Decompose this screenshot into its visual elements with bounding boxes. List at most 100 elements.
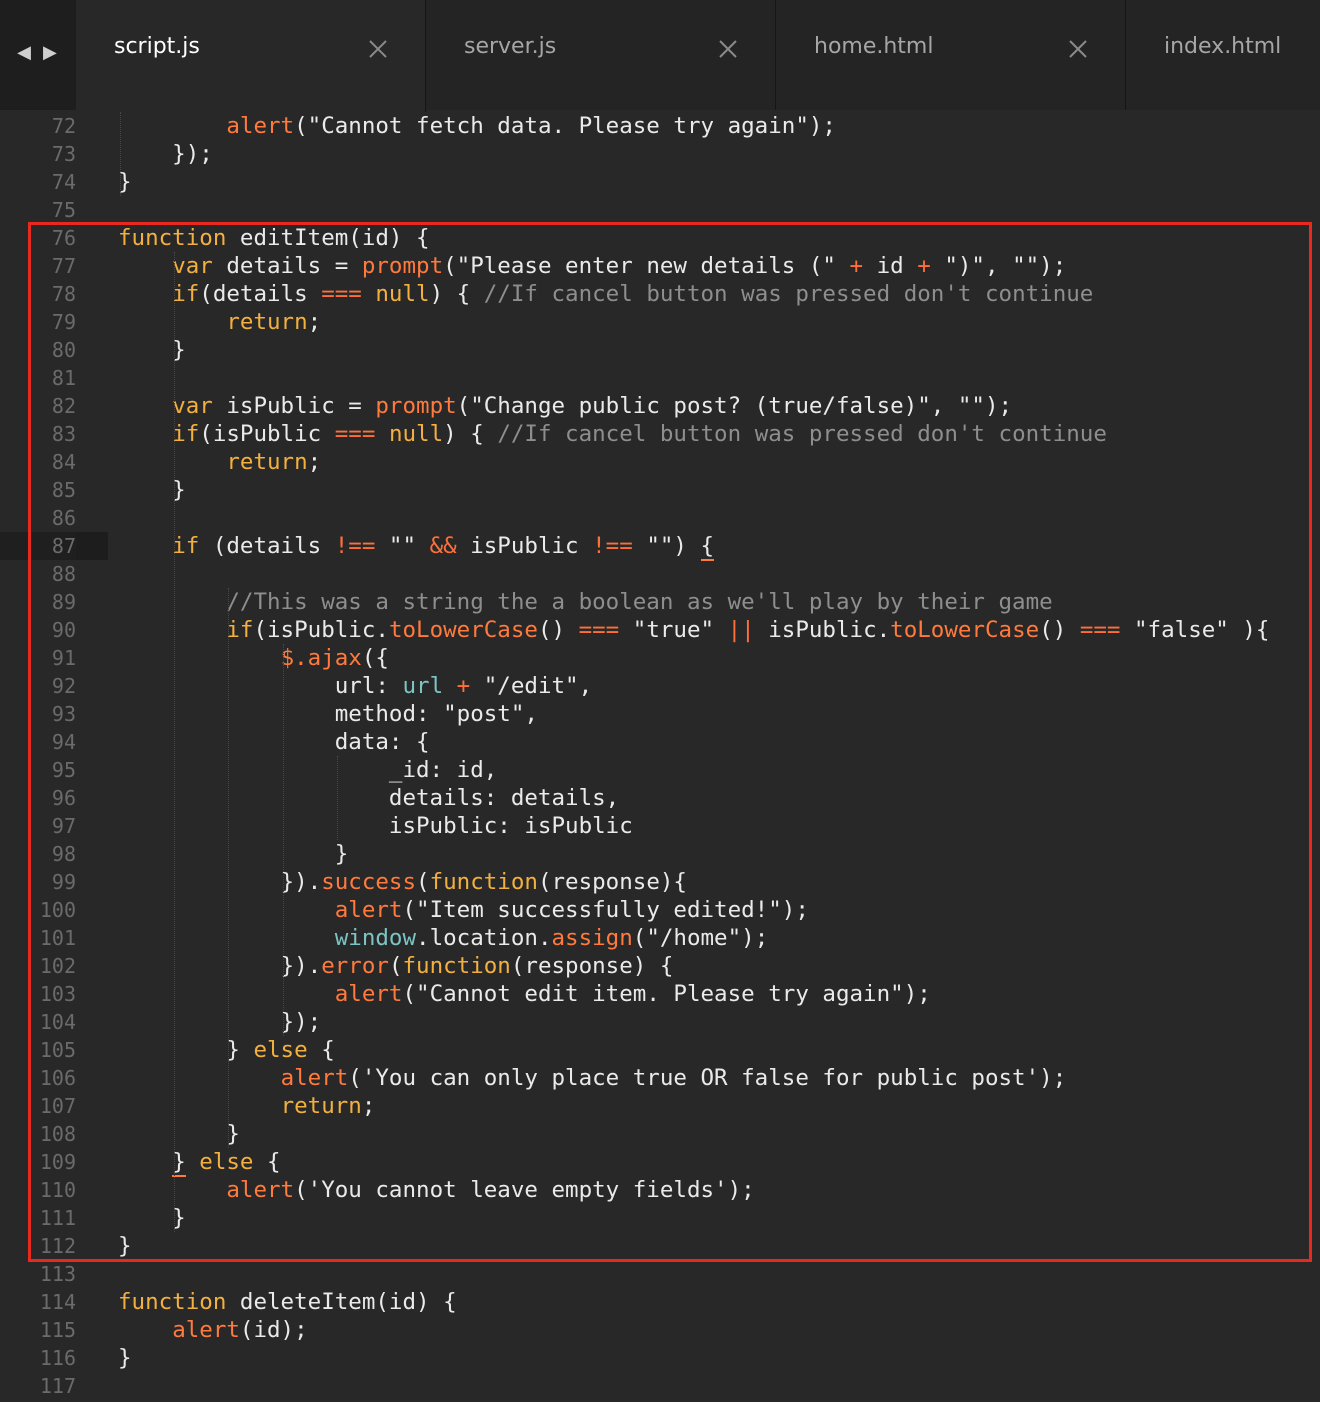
code-text: }).success(function(response){ — [118, 868, 687, 896]
code-text: function editItem(id) { — [118, 224, 430, 252]
tab-back-icon[interactable]: ◀ — [17, 42, 31, 63]
code-line[interactable]: 112} — [0, 1232, 1320, 1260]
code-line[interactable]: 75 — [0, 196, 1320, 224]
code-token: url — [402, 673, 444, 699]
tab-index-html[interactable]: index.html — [1126, 0, 1320, 110]
code-line[interactable]: 102 }).error(function(response) { — [0, 952, 1320, 980]
line-number: 101 — [39, 926, 76, 950]
code-line[interactable]: 82 var isPublic = prompt("Change public … — [0, 392, 1320, 420]
close-icon[interactable] — [1067, 38, 1089, 60]
line-number: 78 — [51, 282, 76, 306]
code-token: alert — [334, 981, 403, 1007]
close-icon[interactable] — [367, 38, 389, 60]
code-line[interactable]: 89 //This was a string the a boolean as … — [0, 588, 1320, 616]
code-line[interactable]: 108 } — [0, 1120, 1320, 1148]
line-number: 94 — [51, 730, 76, 754]
code-line[interactable]: 85 } — [0, 476, 1320, 504]
code-token: error — [321, 953, 389, 979]
code-token: ; — [361, 1093, 376, 1119]
code-line[interactable]: 111 } — [0, 1204, 1320, 1232]
code-token: ("/home"); — [632, 925, 769, 951]
code-token: (details — [199, 281, 322, 307]
code-line[interactable]: 100 alert("Item successfully edited!"); — [0, 896, 1320, 924]
code-line[interactable]: 72 alert("Cannot fetch data. Please try … — [0, 112, 1320, 140]
code-line[interactable]: 77 var details = prompt("Please enter ne… — [0, 252, 1320, 280]
code-line[interactable]: 116} — [0, 1344, 1320, 1372]
code-line[interactable]: 104 }); — [0, 1008, 1320, 1036]
line-number: 113 — [39, 1262, 76, 1286]
code-token: ('You cannot leave empty fields'); — [294, 1177, 755, 1203]
code-token: === — [321, 281, 362, 307]
code-line[interactable]: 109 } else { — [0, 1148, 1320, 1177]
tab-script-js[interactable]: script.js — [76, 0, 426, 112]
code-line[interactable]: 106 alert('You can only place true OR fa… — [0, 1064, 1320, 1092]
code-line[interactable]: 105 } else { — [0, 1036, 1320, 1064]
code-text: alert("Item successfully edited!"); — [118, 896, 809, 924]
code-line[interactable]: 81 — [0, 364, 1320, 392]
code-text: if(details === null) { //If cancel butto… — [118, 280, 1093, 308]
code-line[interactable]: 101 window.location.assign("/home"); — [0, 924, 1320, 952]
code-token: prompt — [361, 253, 444, 279]
code-token: }); — [118, 1009, 322, 1035]
code-token: if — [172, 421, 200, 447]
close-icon[interactable] — [717, 38, 739, 60]
tab-forward-icon[interactable]: ▶ — [43, 42, 57, 63]
code-line[interactable]: 93 method: "post", — [0, 700, 1320, 728]
code-token: + — [456, 673, 471, 699]
code-line[interactable]: 76 function editItem(id) { — [0, 224, 1320, 252]
code-line[interactable]: 86 — [0, 504, 1320, 532]
code-line[interactable]: 92 url: url + "/edit", — [0, 672, 1320, 700]
code-line[interactable]: 94 data: { — [0, 728, 1320, 756]
code-text: data: { — [118, 728, 430, 756]
code-line[interactable]: 113 — [0, 1260, 1320, 1288]
code-line[interactable]: 103 alert("Cannot edit item. Please try … — [0, 980, 1320, 1008]
code-line[interactable]: 84 return; — [0, 448, 1320, 476]
code-line[interactable]: 110 alert('You cannot leave empty fields… — [0, 1176, 1320, 1204]
code-token: window — [334, 925, 417, 951]
tab-server-js[interactable]: server.js — [426, 0, 776, 110]
code-token: || — [727, 617, 755, 643]
code-line[interactable]: 95 _id: id, — [0, 756, 1320, 784]
code-token: success — [321, 869, 417, 895]
code-line[interactable]: 114 function deleteItem(id) { — [0, 1288, 1320, 1316]
code-token: ; — [307, 449, 322, 475]
code-line[interactable]: 74} — [0, 168, 1320, 196]
code-line[interactable]: 96 details: details, — [0, 784, 1320, 812]
code-line[interactable]: 117 — [0, 1372, 1320, 1400]
code-editor[interactable]: 72 alert("Cannot fetch data. Please try … — [0, 112, 1320, 1402]
code-token: return — [280, 1093, 362, 1119]
code-token: isPublic. — [754, 617, 891, 643]
code-line[interactable]: 73 }); — [0, 140, 1320, 168]
code-line[interactable]: 97 isPublic: isPublic — [0, 812, 1320, 840]
code-token: }). — [118, 953, 322, 979]
code-token: null — [375, 281, 430, 307]
line-number: 95 — [51, 758, 76, 782]
code-token: //This was a string the a boolean as we'… — [226, 589, 1053, 615]
code-line[interactable]: 91 $.ajax({ — [0, 644, 1320, 672]
code-line[interactable]: 90 if(isPublic.toLowerCase() === "true" … — [0, 616, 1320, 644]
code-token: ( — [388, 953, 403, 979]
code-text: } else { — [118, 1148, 281, 1177]
line-number: 114 — [39, 1290, 76, 1314]
code-line[interactable]: 88 — [0, 560, 1320, 588]
code-token: ) { — [429, 281, 484, 307]
code-line[interactable]: 99 }).success(function(response){ — [0, 868, 1320, 896]
line-number: 81 — [51, 366, 76, 390]
code-text: method: "post", — [118, 700, 538, 728]
code-line[interactable]: 115 alert(id); — [0, 1316, 1320, 1344]
code-line[interactable]: 87 if (details !== "" && isPublic !== ""… — [0, 532, 1320, 561]
tab-home-html[interactable]: home.html — [776, 0, 1126, 110]
code-line[interactable]: 80 } — [0, 336, 1320, 364]
code-text: } — [118, 1232, 132, 1260]
code-line[interactable]: 78 if(details === null) { //If cancel bu… — [0, 280, 1320, 308]
code-line[interactable]: 107 return; — [0, 1092, 1320, 1120]
code-line[interactable]: 83 if(isPublic === null) { //If cancel b… — [0, 420, 1320, 448]
code-line[interactable]: 79 return; — [0, 308, 1320, 336]
code-line[interactable]: 98 } — [0, 840, 1320, 868]
code-token: } — [118, 841, 349, 867]
code-text: } — [118, 476, 186, 504]
code-text: if (details !== "" && isPublic !== "") { — [118, 532, 715, 561]
code-token: deleteItem(id) { — [226, 1289, 457, 1315]
